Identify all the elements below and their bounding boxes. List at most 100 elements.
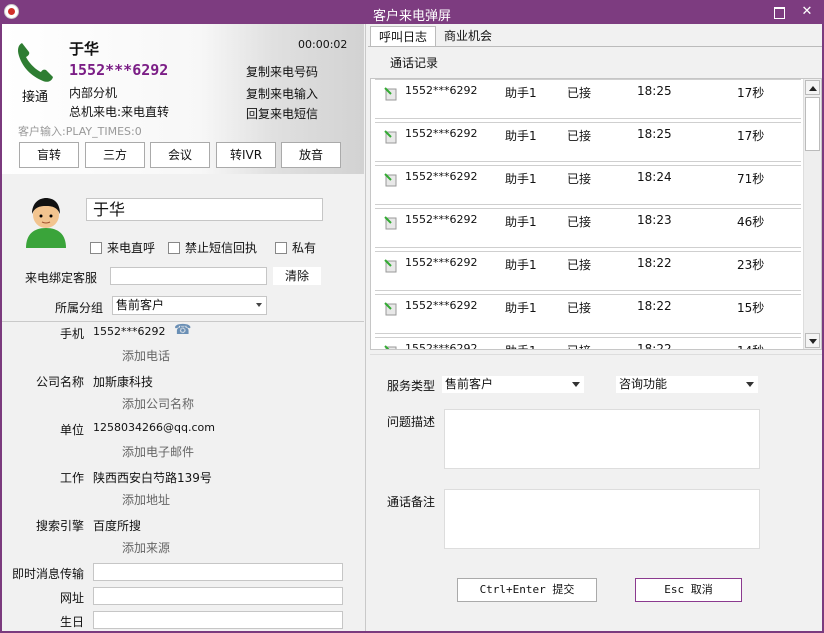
tab-opportunity[interactable]: 商业机会 — [436, 26, 500, 46]
log-time: 18:22 — [637, 256, 672, 270]
submit-button[interactable]: Ctrl+Enter 提交 — [457, 578, 597, 602]
block-sms-receipt-checkbox[interactable]: 禁止短信回执 — [168, 239, 257, 256]
list-item[interactable]: 1552***6292 助手1 已接 18:22 15秒 — [375, 294, 801, 334]
log-time: 18:24 — [637, 170, 672, 184]
phone-icon[interactable] — [14, 40, 54, 84]
close-button[interactable]: ✕ — [798, 3, 816, 21]
website-label: 网址 — [59, 591, 84, 605]
service-type-select[interactable]: 售前客户 — [442, 376, 584, 393]
log-number: 1552***6292 — [405, 127, 478, 140]
list-item[interactable]: 1552***6292 助手1 已接 18:24 71秒 — [375, 165, 801, 205]
left-panel: 接通 于华 1552***6292 内部分机 总机来电:来电直转 00:00:0… — [2, 24, 366, 631]
list-item[interactable]: 1552***6292 助手1 已接 18:23 46秒 — [375, 208, 801, 248]
play-audio-button[interactable]: 放音 — [281, 142, 341, 168]
list-item[interactable]: 1552***6292 助手1 已接 18:22 14秒 — [375, 337, 801, 350]
checkbox-box[interactable] — [168, 241, 180, 254]
log-agent: 助手1 — [505, 172, 537, 186]
log-duration: 15秒 — [737, 301, 765, 315]
log-number: 1552***6292 — [405, 342, 478, 350]
add-address-link[interactable]: 添加地址 — [122, 491, 170, 508]
tab-call-log[interactable]: 呼叫日志 — [370, 26, 437, 46]
chevron-down-icon — [746, 382, 754, 387]
transfer-ivr-button[interactable]: 转IVR — [216, 142, 276, 168]
copy-number-link[interactable]: 复制来电号码 — [246, 63, 318, 80]
mobile-value: 1552***6292 — [93, 325, 166, 338]
telephone-icon[interactable]: ☎ — [174, 322, 191, 338]
search-engine-label: 搜索引擎 — [35, 519, 84, 533]
checkbox-box[interactable] — [90, 241, 102, 254]
caller-name: 于华 — [69, 40, 100, 58]
company-label: 公司名称 — [35, 375, 84, 389]
birthday-input[interactable] — [93, 611, 343, 629]
problem-textarea[interactable] — [444, 409, 760, 469]
list-item[interactable]: 1552***6292 助手1 已接 18:25 17秒 — [375, 122, 801, 162]
clear-button[interactable]: 清除 — [273, 267, 321, 285]
checkbox-label: 来电直呼 — [107, 241, 156, 255]
scroll-up-icon[interactable] — [805, 80, 820, 95]
website-input[interactable] — [93, 587, 343, 605]
work-label: 工作 — [59, 471, 84, 485]
mobile-label: 手机 — [59, 327, 84, 341]
subtab-call-records[interactable]: 通话记录 — [390, 54, 438, 71]
add-phone-link[interactable]: 添加电话 — [122, 347, 170, 364]
work-value: 陕西西安白芍路139号 — [93, 471, 212, 485]
add-company-link[interactable]: 添加公司名称 — [122, 395, 194, 412]
note-textarea[interactable] — [444, 489, 760, 549]
log-status: 已接 — [567, 129, 592, 143]
unit-value: 1258034266@qq.com — [93, 421, 215, 434]
log-time: 18:25 — [637, 84, 672, 98]
private-checkbox[interactable]: 私有 — [275, 239, 316, 256]
window-title: 客户来电弹屏 — [372, 9, 451, 24]
blind-transfer-button[interactable]: 盲转 — [19, 142, 79, 168]
copy-input-link[interactable]: 复制来电输入 — [246, 85, 318, 102]
maximize-button[interactable] — [770, 3, 788, 21]
call-log-list[interactable]: 1552***6292 助手1 已接 18:25 17秒 1552***6292… — [370, 78, 822, 350]
bind-agent-input[interactable] — [110, 267, 267, 285]
problem-label: 问题描述 — [387, 415, 436, 429]
log-status: 已接 — [567, 172, 592, 186]
function-select[interactable]: 咨询功能 — [616, 376, 758, 393]
list-item[interactable]: 1552***6292 助手1 已接 18:22 23秒 — [375, 251, 801, 291]
customer-name-input[interactable]: 于华 — [86, 198, 323, 221]
call-in-icon — [384, 259, 397, 273]
call-in-icon — [384, 345, 397, 349]
route-label: 总机来电:来电直转 — [69, 105, 170, 119]
log-number: 1552***6292 — [405, 299, 478, 312]
direct-call-checkbox[interactable]: 来电直呼 — [90, 239, 155, 256]
log-agent: 助手1 — [505, 215, 537, 229]
conference-button[interactable]: 会议 — [150, 142, 210, 168]
log-status: 已接 — [567, 86, 592, 100]
group-label: 所属分组 — [55, 301, 104, 315]
log-status: 已接 — [567, 258, 592, 272]
log-duration: 23秒 — [737, 258, 765, 272]
log-time: 18:25 — [637, 127, 672, 141]
note-label: 通话备注 — [387, 495, 436, 509]
log-agent: 助手1 — [505, 129, 537, 143]
checkbox-box[interactable] — [275, 241, 287, 254]
search-engine-value: 百度所搜 — [93, 519, 142, 533]
scroll-down-icon[interactable] — [805, 333, 820, 348]
service-type-value: 售前客户 — [445, 377, 494, 391]
three-way-button[interactable]: 三方 — [85, 142, 145, 168]
log-time: 18:23 — [637, 213, 672, 227]
scrollbar[interactable] — [803, 79, 821, 349]
answer-label[interactable]: 接通 — [22, 86, 48, 105]
list-item[interactable]: 1552***6292 助手1 已接 18:25 17秒 — [375, 79, 801, 119]
caller-number: 1552***6292 — [69, 61, 169, 79]
log-duration: 46秒 — [737, 215, 765, 229]
reply-sms-link[interactable]: 回复来电短信 — [246, 105, 318, 122]
unit-label: 单位 — [59, 423, 84, 437]
log-agent: 助手1 — [505, 86, 537, 100]
im-input[interactable] — [93, 563, 343, 581]
bind-agent-label: 来电绑定客服 — [25, 271, 98, 285]
log-duration: 14秒 — [737, 342, 764, 349]
cancel-button[interactable]: Esc 取消 — [635, 578, 742, 602]
scroll-thumb[interactable] — [805, 97, 820, 151]
add-source-link[interactable]: 添加来源 — [122, 539, 170, 556]
group-select[interactable]: 售前客户 — [112, 296, 267, 315]
function-value: 咨询功能 — [619, 377, 668, 391]
log-agent: 助手1 — [505, 342, 537, 349]
call-timer: 00:00:02 — [298, 38, 348, 51]
add-email-link[interactable]: 添加电子邮件 — [122, 443, 194, 460]
log-number: 1552***6292 — [405, 213, 478, 226]
